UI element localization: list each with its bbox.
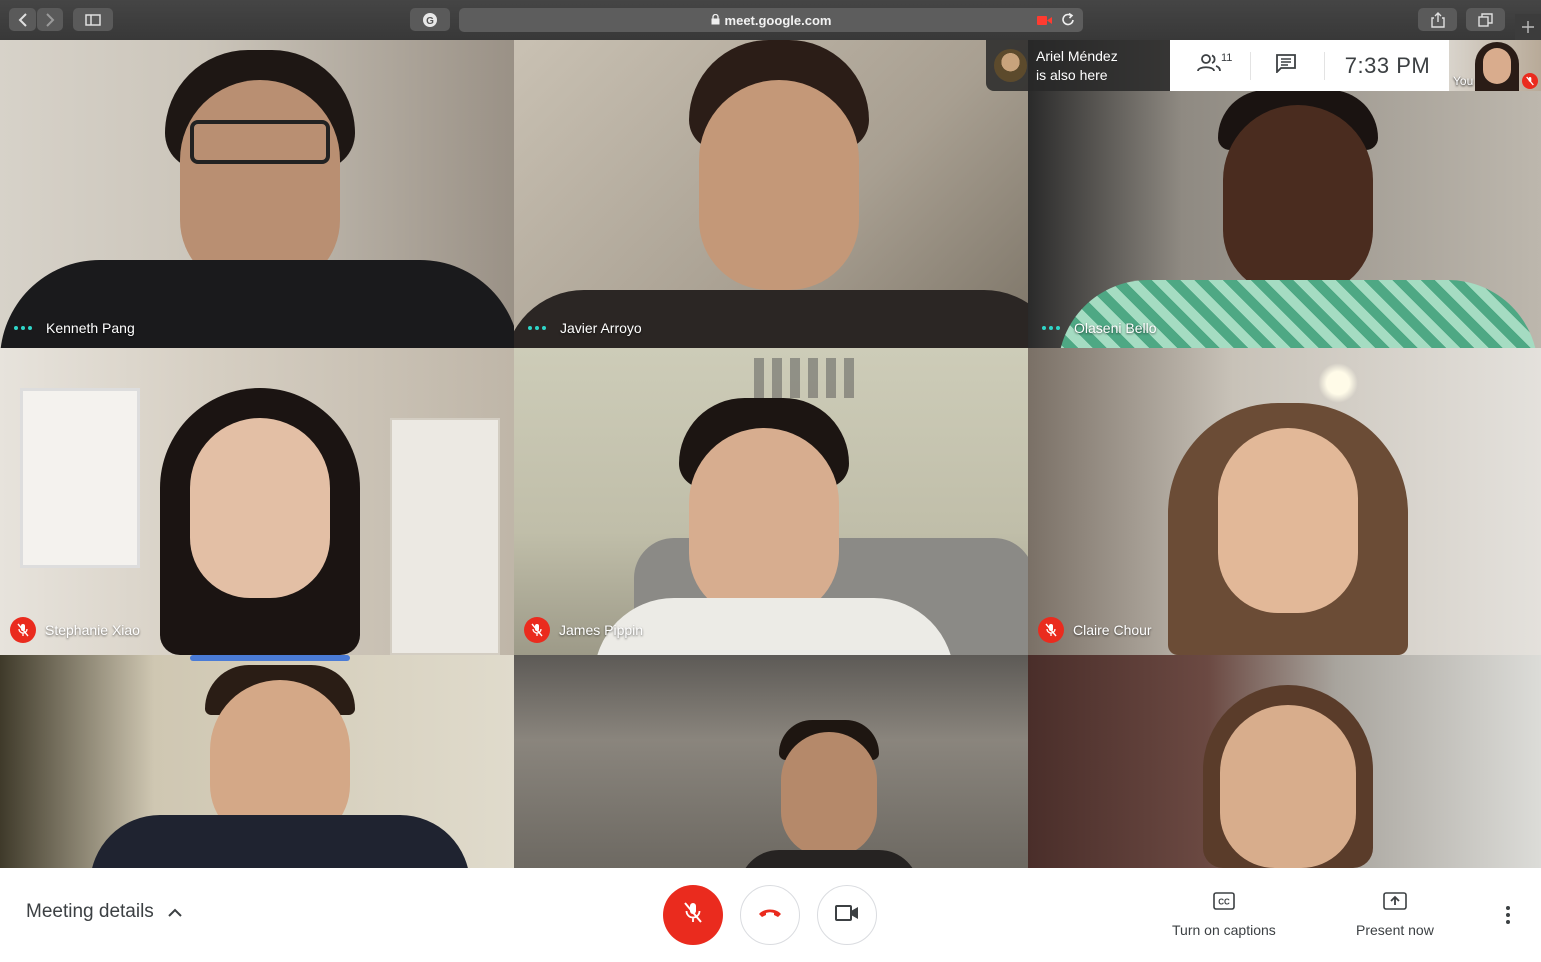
mic-off-icon	[524, 617, 550, 643]
browser-toolbar: G meet.google.com	[0, 0, 1541, 41]
participant-tile[interactable]: Stephanie Xiao	[0, 348, 514, 655]
mic-toggle-button[interactable]	[663, 885, 723, 945]
participant-video	[90, 665, 470, 868]
participant-video	[594, 398, 954, 655]
participant-label: Javier Arroyo	[524, 320, 642, 336]
camera-toggle-button[interactable]	[817, 885, 877, 945]
present-button[interactable]: Present now	[1356, 892, 1434, 938]
participant-name: Javier Arroyo	[560, 320, 642, 336]
participant-video	[1198, 685, 1378, 868]
meeting-details-button[interactable]: Meeting details	[26, 901, 182, 923]
speaking-indicator-icon	[1042, 326, 1060, 330]
url-text: meet.google.com	[724, 12, 832, 28]
captions-icon: CC	[1213, 892, 1235, 913]
participant-label: Claire Chour	[1038, 617, 1152, 643]
avatar	[994, 49, 1027, 82]
participant-label: James Pippin	[524, 617, 643, 643]
back-button[interactable]	[9, 8, 36, 31]
svg-text:G: G	[426, 16, 434, 27]
hang-up-icon	[757, 906, 783, 924]
participant-label: Kenneth Pang	[10, 320, 135, 336]
divider	[1324, 52, 1325, 80]
forward-icon	[45, 12, 55, 27]
participant-tile[interactable]	[1028, 655, 1541, 868]
more-options-button[interactable]	[1500, 904, 1516, 931]
participant-tile[interactable]: Claire Chour	[1028, 348, 1541, 655]
people-icon	[1197, 53, 1223, 78]
meeting-time: 7:33 PM	[1344, 52, 1431, 78]
camera-icon	[835, 904, 859, 926]
participant-label: Stephanie Xiao	[10, 617, 140, 643]
chat-icon	[1275, 53, 1297, 78]
sidebar-icon	[85, 13, 101, 26]
people-button[interactable]: 11	[1188, 40, 1232, 91]
meeting-toolbar: 11 7:33 PM	[1170, 40, 1449, 91]
participant-video	[1058, 90, 1538, 348]
lock-icon	[711, 13, 720, 28]
divider	[1250, 52, 1251, 80]
hang-up-button[interactable]	[740, 885, 800, 945]
chevron-up-icon	[154, 901, 182, 923]
back-icon	[18, 12, 28, 27]
participant-tile[interactable]: James Pippin	[514, 348, 1028, 655]
tabs-button[interactable]	[1466, 8, 1505, 31]
notification-name: Ariel Méndez	[1036, 47, 1118, 64]
present-icon	[1383, 892, 1407, 913]
chat-button[interactable]	[1266, 40, 1306, 91]
sidebar-button[interactable]	[73, 8, 113, 31]
participant-name: Olaseni Bello	[1074, 320, 1157, 336]
extension-icon: G	[422, 12, 438, 28]
camera-recording-icon[interactable]	[1037, 14, 1053, 29]
participant-name: Kenneth Pang	[46, 320, 135, 336]
new-tab-button[interactable]	[1515, 14, 1541, 40]
address-bar[interactable]: meet.google.com	[459, 8, 1083, 32]
reload-icon[interactable]	[1061, 12, 1075, 30]
mic-off-icon	[1038, 617, 1064, 643]
captions-label: Turn on captions	[1172, 922, 1276, 938]
participant-label: Olaseni Bello	[1038, 320, 1157, 336]
speaking-indicator-icon	[528, 326, 546, 330]
speaking-indicator-icon	[14, 326, 32, 330]
participant-video	[739, 720, 919, 868]
participant-tile[interactable]: Javier Arroyo	[514, 40, 1028, 348]
join-notification[interactable]: Ariel Méndez is also here	[986, 40, 1170, 91]
people-count: 11	[1221, 52, 1233, 64]
forward-button[interactable]	[37, 8, 63, 31]
participant-tile[interactable]	[514, 655, 1028, 868]
tabs-icon	[1478, 12, 1493, 27]
extension-button[interactable]: G	[410, 8, 450, 31]
participant-name: Stephanie Xiao	[45, 622, 140, 638]
captions-button[interactable]: CC Turn on captions	[1172, 892, 1276, 938]
participant-video	[1168, 403, 1408, 655]
share-icon	[1430, 11, 1445, 28]
participant-video	[514, 40, 1028, 348]
participant-name: James Pippin	[559, 622, 644, 638]
self-label: You	[1453, 74, 1474, 88]
new-tab-icon	[1522, 21, 1534, 33]
bottom-bar: Meeting details CC Turn on captions Pres…	[0, 868, 1541, 962]
video-grid: Kenneth Pang Javier Arroyo Olaseni Bello	[0, 40, 1541, 868]
clock: 7:33 PM	[1330, 40, 1445, 91]
present-label: Present now	[1356, 922, 1434, 938]
participant-video	[150, 388, 380, 655]
mic-off-icon	[1522, 73, 1538, 89]
mic-off-icon	[683, 901, 703, 930]
svg-text:CC: CC	[1218, 898, 1230, 907]
mic-off-icon	[10, 617, 36, 643]
more-vert-icon	[1500, 906, 1516, 930]
self-view[interactable]: You	[1449, 40, 1541, 91]
meeting-details-label: Meeting details	[26, 901, 154, 922]
share-button[interactable]	[1418, 8, 1457, 31]
participant-name: Claire Chour	[1073, 622, 1152, 638]
notification-text: is also here	[1036, 66, 1108, 83]
participant-tile[interactable]: Kenneth Pang	[0, 40, 514, 348]
participant-tile[interactable]	[0, 655, 514, 868]
participant-video	[0, 50, 514, 348]
